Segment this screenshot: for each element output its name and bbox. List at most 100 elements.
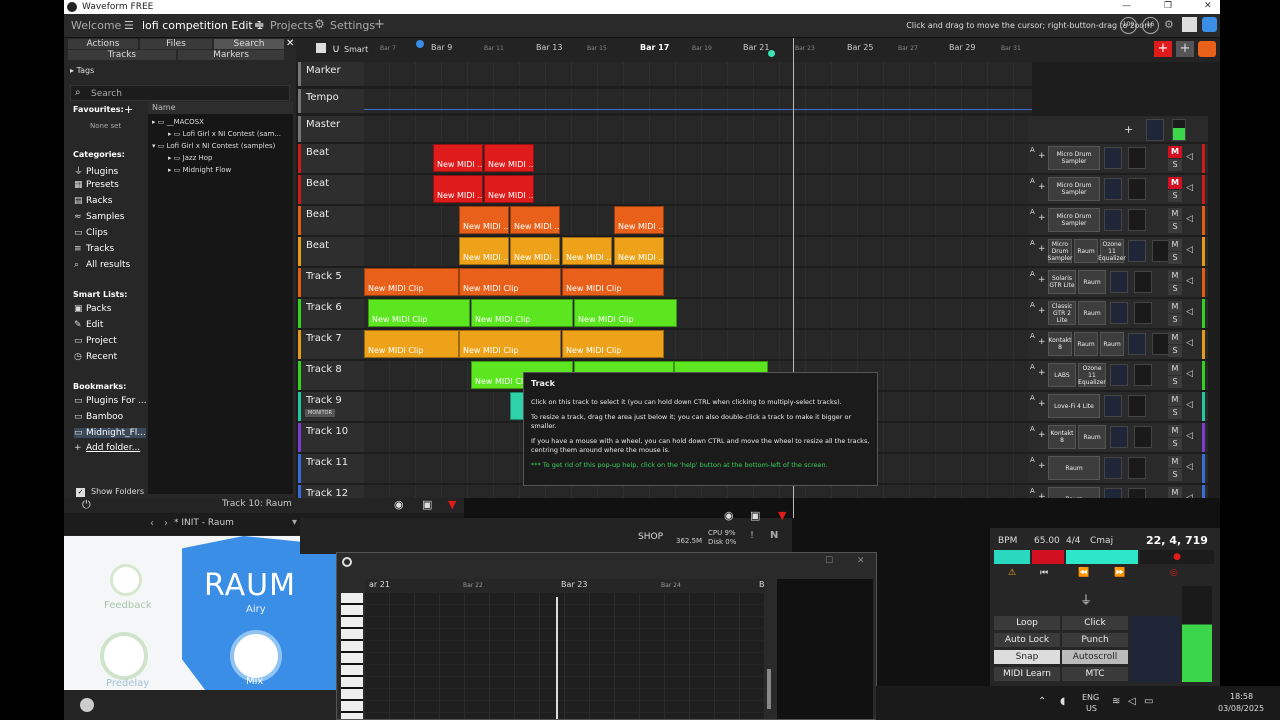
record-arm-button[interactable] bbox=[1032, 550, 1064, 564]
solo-button[interactable]: S bbox=[1168, 345, 1182, 357]
plugin-plug-icon[interactable]: ⏚ bbox=[1080, 591, 1092, 608]
midi-clip[interactable]: New MIDI ... bbox=[484, 175, 534, 203]
midi-clip[interactable]: New MIDI Clip bbox=[364, 268, 459, 296]
speaker-icon[interactable]: ◁ bbox=[1186, 214, 1193, 224]
track-header[interactable]: Track 7 bbox=[298, 330, 364, 359]
midi-clip[interactable]: New MIDI ... bbox=[562, 237, 612, 265]
cat-clips[interactable]: ▭ Clips bbox=[74, 228, 108, 238]
click-button[interactable]: Click bbox=[1062, 616, 1128, 630]
add-plugin-icon[interactable]: + bbox=[1038, 492, 1046, 498]
mute-button[interactable]: M bbox=[1168, 177, 1182, 189]
midi-clip[interactable]: New MIDI Clip bbox=[368, 299, 470, 327]
plugin-slot[interactable]: Classic GTR 2 Lite bbox=[1048, 301, 1076, 325]
add-plugin-button[interactable]: + bbox=[1176, 41, 1194, 57]
mute-button[interactable]: M bbox=[1168, 425, 1182, 437]
speaker-icon[interactable]: ◁ bbox=[1186, 493, 1193, 498]
plugin-slot[interactable]: Raum bbox=[1100, 332, 1124, 356]
add-folder-link[interactable]: + Add folder... bbox=[74, 443, 140, 453]
record-button[interactable]: ● bbox=[1140, 550, 1214, 564]
plugin-slot[interactable]: Raum bbox=[1048, 456, 1100, 480]
forward-button[interactable]: ⏩ bbox=[1114, 568, 1125, 578]
mute-button[interactable]: M bbox=[1168, 301, 1182, 313]
track-header[interactable]: Beat bbox=[298, 175, 364, 204]
search-input[interactable]: ⌕ Search bbox=[70, 85, 290, 101]
solo-button[interactable]: S bbox=[1168, 221, 1182, 233]
prev-preset-icon[interactable]: ‹ bbox=[150, 518, 154, 529]
automation-icon[interactable]: A bbox=[1030, 239, 1035, 247]
smart-packs[interactable]: ▣ Packs bbox=[74, 304, 111, 314]
speaker-icon[interactable]: ◁ bbox=[1186, 400, 1193, 410]
plugin-slot[interactable]: Kontakt 8 bbox=[1048, 425, 1076, 449]
track-lane[interactable]: New MIDI ... New MIDI ... New MIDI ... New … bbox=[364, 237, 1032, 266]
add-plugin-icon[interactable]: + bbox=[1038, 337, 1046, 347]
clock-time[interactable]: 18:58 bbox=[1230, 692, 1253, 701]
mtc-button[interactable]: MTC bbox=[1062, 667, 1128, 681]
clock-date[interactable]: 03/08/2025 bbox=[1218, 704, 1264, 713]
tab-markers[interactable]: Markers bbox=[178, 50, 284, 60]
track-lane[interactable]: New MIDI ... New MIDI ... New MIDI ... bbox=[364, 206, 1032, 235]
cat-tracks[interactable]: ≡ Tracks bbox=[74, 244, 114, 254]
tree-item-midnight-flow[interactable]: ▸ ▭ Midnight Flow bbox=[168, 166, 231, 174]
track-lane[interactable]: New MIDI Clip New MIDI Clip New MIDI Clip bbox=[364, 330, 1032, 359]
mix-knob[interactable] bbox=[230, 630, 282, 682]
rewind-start-button[interactable]: ⏮ bbox=[1040, 568, 1048, 578]
plugin-slot[interactable]: LABS bbox=[1048, 363, 1076, 387]
solo-button[interactable]: S bbox=[1168, 283, 1182, 295]
settings-icon[interactable]: ⚙ bbox=[1164, 18, 1174, 31]
tab-files[interactable]: Files bbox=[140, 39, 212, 49]
piano-ruler[interactable]: ar 21 Bar 22 Bar 23 Bar 24 B bbox=[365, 579, 765, 593]
predelay-knob[interactable] bbox=[100, 632, 148, 680]
tab-welcome[interactable]: Welcome bbox=[71, 19, 121, 32]
expand-icon[interactable] bbox=[1182, 17, 1197, 32]
mode-selector[interactable]: Airy bbox=[246, 604, 266, 615]
tab-tracks[interactable]: Tracks bbox=[68, 50, 176, 60]
cat-racks[interactable]: ▤ Racks bbox=[74, 196, 112, 206]
tab-actions[interactable]: Actions bbox=[68, 39, 138, 49]
midi-clip[interactable]: New MIDI Clip bbox=[364, 330, 459, 358]
play-button[interactable] bbox=[1066, 550, 1138, 564]
piano-scrollbar[interactable] bbox=[767, 669, 771, 709]
mute-button[interactable]: M bbox=[1168, 239, 1182, 251]
midi-clip[interactable]: New MIDI ... bbox=[459, 206, 509, 234]
warning-icon[interactable]: ⚠ bbox=[1008, 568, 1016, 578]
automation-icon[interactable]: A bbox=[1030, 394, 1035, 402]
automation-icon[interactable]: A bbox=[1030, 363, 1035, 371]
help-button[interactable] bbox=[1202, 17, 1217, 32]
solo-button[interactable]: S bbox=[1168, 190, 1182, 202]
tree-item-contest[interactable]: ▾ ▭ Lofi Girl x NI Contest (samples) bbox=[152, 142, 275, 150]
midi-clip[interactable]: New MIDI ... bbox=[433, 144, 483, 172]
track-lane[interactable]: New MIDI ... New MIDI ... bbox=[364, 144, 1032, 173]
track-header[interactable]: Track 8 bbox=[298, 361, 364, 390]
loop-marker-icon[interactable] bbox=[416, 40, 424, 48]
add-plugin-icon[interactable]: + bbox=[1038, 368, 1046, 378]
midi-clip[interactable]: New MIDI ... bbox=[510, 237, 560, 265]
mute-button[interactable]: M bbox=[1168, 270, 1182, 282]
plugin-slot[interactable]: Ozone 11 Equalizer bbox=[1078, 363, 1106, 387]
solo-button[interactable]: S bbox=[1168, 314, 1182, 326]
mic-icon[interactable]: ◖ bbox=[1060, 696, 1065, 707]
volume-icon[interactable]: ◁ bbox=[1128, 696, 1136, 707]
mute-button[interactable]: M bbox=[1168, 208, 1182, 220]
solo-button[interactable]: S bbox=[1168, 469, 1182, 481]
midi-clip[interactable]: New MIDI ... bbox=[614, 206, 664, 234]
automation-icon[interactable]: A bbox=[1030, 270, 1035, 278]
master-lane[interactable] bbox=[364, 116, 1032, 142]
track-lane[interactable]: New MIDI ... New MIDI ... bbox=[364, 175, 1032, 204]
midi-clip[interactable]: New MIDI ... bbox=[484, 144, 534, 172]
battery-icon[interactable]: ▭ bbox=[1144, 696, 1153, 707]
tree-item-macosx[interactable]: ▸ ▭ __MACOSX bbox=[152, 118, 204, 126]
add-plugin-icon[interactable]: + bbox=[1038, 306, 1046, 316]
plugin-slot[interactable]: Solaris GTR Lite bbox=[1048, 270, 1076, 294]
automation-icon[interactable]: A bbox=[1030, 146, 1035, 154]
midi-learn-button[interactable]: MIDI Learn bbox=[994, 667, 1060, 681]
close-icon[interactable]: ✕ bbox=[857, 556, 865, 566]
chevron-up-icon[interactable]: ⌃ bbox=[1038, 696, 1046, 707]
minimize-icon[interactable]: — bbox=[1122, 1, 1131, 11]
speaker-icon[interactable]: ◁ bbox=[1186, 152, 1193, 162]
mute-button[interactable]: M bbox=[1168, 456, 1182, 468]
track-header[interactable]: Track 12 bbox=[298, 485, 364, 498]
new-tab-button[interactable]: + bbox=[374, 17, 385, 32]
track-header[interactable]: Beat bbox=[298, 206, 364, 235]
midi-clip[interactable]: New MIDI Clip bbox=[471, 299, 573, 327]
camera-icon[interactable]: ▣ bbox=[750, 509, 760, 522]
